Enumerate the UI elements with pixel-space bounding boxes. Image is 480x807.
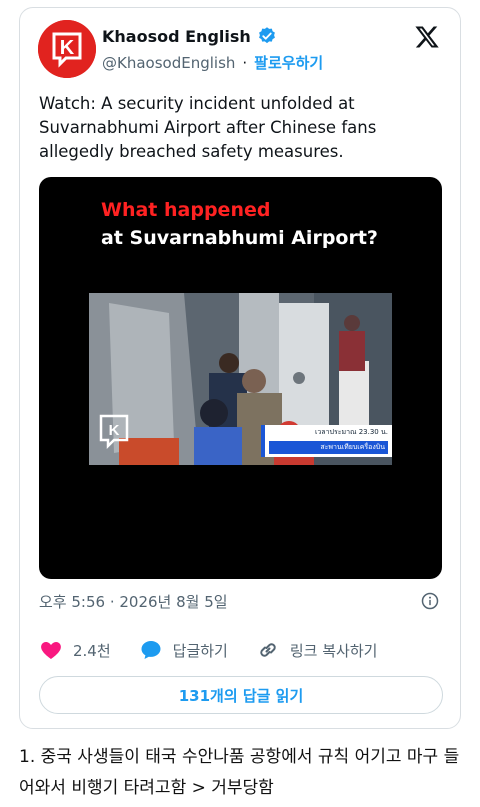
handle[interactable]: @KhaosodEnglish xyxy=(102,54,235,72)
avatar[interactable]: K xyxy=(38,20,96,78)
tweet-text: Watch: A security incident unfolded at S… xyxy=(39,94,377,161)
khaosod-logo-icon: K xyxy=(38,20,96,78)
link-icon xyxy=(260,643,276,657)
avatar-letter: K xyxy=(60,37,75,59)
like-count: 2.4천 xyxy=(73,641,111,660)
x-logo-icon[interactable] xyxy=(414,24,440,50)
media-logo-letter: K xyxy=(109,422,120,439)
name-row: Khaosod English xyxy=(102,26,277,46)
reply-label: 답글하기 xyxy=(172,641,228,660)
tweet-card: K Khaosod English @KhaosodEnglish · 팔로우하… xyxy=(19,7,461,729)
media-title-line2: at Suvarnabhumi Airport? xyxy=(101,227,378,249)
info-icon[interactable] xyxy=(421,592,439,610)
heart-icon xyxy=(41,642,61,659)
timestamp[interactable]: 오후 5:56 · 2026년 8월 5일 xyxy=(39,591,228,612)
copy-link-button[interactable]: 링크 복사하기 xyxy=(256,638,378,662)
verified-icon xyxy=(258,27,275,44)
reply-bubble-icon xyxy=(141,641,161,659)
action-bar: 2.4천 답글하기 링크 복사하기 xyxy=(39,637,444,663)
like-button[interactable]: 2.4천 xyxy=(39,638,111,662)
video-media[interactable]: What happened at Suvarnabhumi Airport? K… xyxy=(39,177,442,579)
reply-button[interactable]: 답글하기 xyxy=(139,638,228,662)
post-body-text: 1. 중국 사생들이 태국 수안나품 공항에서 규칙 어기고 마구 들어와서 비… xyxy=(19,747,460,798)
copy-link-label: 링크 복사하기 xyxy=(289,641,378,660)
read-replies-button[interactable]: 131개의 답글 읽기 xyxy=(39,676,443,714)
video-caption: เวลาประมาณ 23.30 น. สะพานเทียบเครื่องบิน xyxy=(261,425,392,457)
caption-line2: สะพานเทียบเครื่องบิน xyxy=(269,441,388,454)
handle-row: @KhaosodEnglish · 팔로우하기 xyxy=(102,52,324,73)
display-name[interactable]: Khaosod English xyxy=(102,27,251,46)
k-watermark-icon: K xyxy=(99,414,129,449)
caption-line1: เวลาประมาณ 23.30 น. xyxy=(314,428,388,436)
media-title-line1: What happened xyxy=(101,199,271,221)
follow-button[interactable]: 팔로우하기 xyxy=(254,52,323,73)
